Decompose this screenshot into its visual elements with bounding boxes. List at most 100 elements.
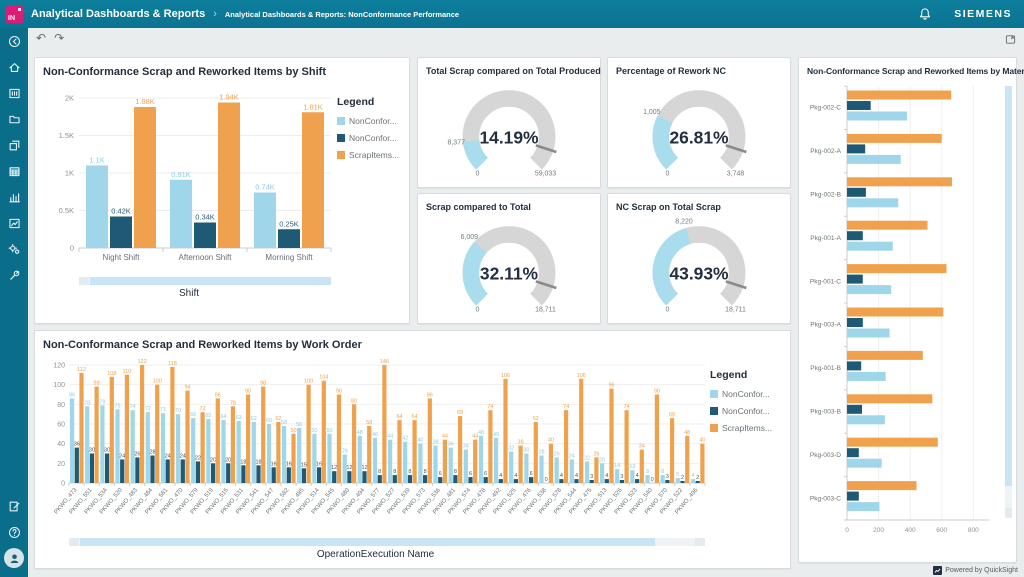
sidebar-item-feedback[interactable] xyxy=(0,493,28,519)
legend-entry[interactable]: NonConfor... xyxy=(337,133,401,143)
svg-text:Pkg-001-C: Pkg-001-C xyxy=(810,278,841,285)
sidebar-item-analytics[interactable] xyxy=(0,184,28,210)
gauge-card-scrap-total: Scrap compared to Total 32.11%018,7116,0… xyxy=(417,193,601,324)
svg-text:4: 4 xyxy=(691,473,694,479)
svg-text:68: 68 xyxy=(457,410,463,416)
sidebar-item-home[interactable] xyxy=(0,54,28,80)
svg-text:38: 38 xyxy=(432,440,438,446)
chart-legend[interactable]: Legend NonConfor... NonConfor... ScrapItems… xyxy=(708,355,774,560)
svg-text:8: 8 xyxy=(424,469,427,475)
svg-text:24: 24 xyxy=(165,453,171,459)
svg-text:46: 46 xyxy=(493,432,499,438)
siemens-logo: SIEMENS xyxy=(954,8,1012,20)
horizontal-scrollbar[interactable] xyxy=(79,277,331,285)
svg-text:96: 96 xyxy=(608,383,614,389)
redo-icon: ↷ xyxy=(54,31,64,45)
legend-entry[interactable]: NonConfor... xyxy=(337,116,401,126)
undo-button[interactable]: ↶ xyxy=(36,32,46,44)
svg-text:64: 64 xyxy=(396,414,402,420)
sidebar-item-projects[interactable] xyxy=(0,106,28,132)
legend-entry[interactable]: ScrapItems... xyxy=(337,150,401,160)
material-bar-chart-canvas[interactable]: 0200400600800Pkg-002-CPkg-002-APkg-002-B… xyxy=(807,80,1003,552)
gauge-chart-canvas[interactable]: 43.93%018,7118,220 xyxy=(616,216,782,316)
svg-text:29: 29 xyxy=(342,449,348,455)
svg-text:58: 58 xyxy=(281,420,287,426)
svg-text:110: 110 xyxy=(123,369,132,375)
insights-hub-logo[interactable]: IN xyxy=(6,6,23,23)
svg-text:146: 146 xyxy=(380,359,389,365)
svg-text:64: 64 xyxy=(412,414,418,420)
legend-entry[interactable]: ScrapItems... xyxy=(710,423,774,433)
svg-text:13: 13 xyxy=(629,464,635,470)
x-axis-title: Shift xyxy=(43,288,335,299)
fullscreen-button[interactable] xyxy=(1005,32,1016,50)
svg-text:90: 90 xyxy=(654,389,660,395)
svg-text:59,033: 59,033 xyxy=(535,171,556,178)
redo-button[interactable]: ↷ xyxy=(54,32,64,44)
svg-text:0.91K: 0.91K xyxy=(171,170,191,179)
sidebar-item-operations[interactable] xyxy=(0,236,28,262)
svg-text:100: 100 xyxy=(53,382,65,389)
help-icon xyxy=(8,526,21,539)
notifications-bell-icon[interactable] xyxy=(918,7,932,21)
user-avatar-icon xyxy=(8,552,21,565)
legend-label: NonConfor... xyxy=(349,133,397,143)
svg-text:0: 0 xyxy=(70,244,74,253)
workorder-bar-chart-canvas[interactable]: 1201008060402008636112PKWO_473783098PKWO… xyxy=(43,355,708,531)
svg-text:43.93%: 43.93% xyxy=(669,263,729,283)
chart-legend[interactable]: LegendNonConfor...NonConfor...ScrapItems… xyxy=(335,82,401,299)
top-bar: IN Analytical Dashboards & Reports › Ana… xyxy=(0,0,1024,28)
svg-text:100: 100 xyxy=(304,379,313,385)
svg-text:12: 12 xyxy=(361,465,367,471)
sidebar-item-dashboards[interactable] xyxy=(0,80,28,106)
app-title[interactable]: Analytical Dashboards & Reports xyxy=(31,8,205,20)
svg-text:1.5K: 1.5K xyxy=(59,131,74,140)
dashboard-icon xyxy=(8,87,21,100)
horizontal-scrollbar[interactable] xyxy=(69,538,705,546)
sidebar-item-reports[interactable] xyxy=(0,210,28,236)
chart-title: Non-Conformance Scrap and Reworked Items… xyxy=(807,66,1008,76)
svg-text:64: 64 xyxy=(220,414,226,420)
svg-text:6: 6 xyxy=(530,471,533,477)
svg-text:Pkg-003-D: Pkg-003-D xyxy=(810,452,841,459)
sidebar-item-types[interactable] xyxy=(0,132,28,158)
svg-text:48: 48 xyxy=(684,430,690,436)
sidebar-item-help[interactable] xyxy=(0,519,28,545)
shift-bar-chart-canvas[interactable]: 2K1.5K1K0.5K01.1K0.42K1.88KNight Shift0.… xyxy=(43,82,335,270)
back-circle-icon xyxy=(8,35,21,48)
breadcrumb-separator: › xyxy=(213,8,217,20)
svg-text:42: 42 xyxy=(402,436,408,442)
legend-swatch-icon xyxy=(337,151,345,159)
legend-entry[interactable]: NonConfor... xyxy=(710,389,774,399)
svg-text:26: 26 xyxy=(134,451,140,457)
legend-entry[interactable]: NonConfor... xyxy=(710,406,774,416)
sidebar-item-tools[interactable] xyxy=(0,262,28,288)
svg-text:74: 74 xyxy=(130,404,136,410)
gears-icon xyxy=(8,243,21,256)
svg-text:72: 72 xyxy=(145,406,151,412)
vertical-scrollbar[interactable] xyxy=(1005,86,1012,518)
svg-text:28: 28 xyxy=(149,450,155,456)
gauge-chart-canvas[interactable]: 32.11%018,7116,009 xyxy=(426,216,592,316)
svg-text:1,005: 1,005 xyxy=(643,109,661,116)
chart-title: Non-Conformance Scrap and Reworked Items… xyxy=(43,339,782,351)
legend-swatch-icon xyxy=(710,424,718,432)
gauge-chart-canvas[interactable]: 26.81%03,7481,005 xyxy=(616,80,782,180)
gauge-chart-canvas[interactable]: 14.19%059,0338,377 xyxy=(426,80,592,180)
sidebar-item-user[interactable] xyxy=(0,545,28,571)
sidebar-item-planning[interactable] xyxy=(0,158,28,184)
svg-text:74: 74 xyxy=(563,404,569,410)
svg-text:14.19%: 14.19% xyxy=(479,127,539,147)
svg-text:40: 40 xyxy=(548,438,554,444)
svg-text:8,377: 8,377 xyxy=(448,139,466,146)
folder-icon xyxy=(8,113,21,126)
svg-text:Afternoon Shift: Afternoon Shift xyxy=(179,253,233,262)
svg-text:15: 15 xyxy=(301,462,307,468)
sidebar-item-back[interactable] xyxy=(0,28,28,54)
svg-text:34: 34 xyxy=(463,444,469,450)
svg-text:98: 98 xyxy=(94,381,100,387)
svg-text:1.1K: 1.1K xyxy=(89,156,104,165)
chart-title: Scrap compared to Total xyxy=(426,202,592,212)
svg-text:79: 79 xyxy=(99,399,105,405)
legend-title: Legend xyxy=(710,369,774,381)
